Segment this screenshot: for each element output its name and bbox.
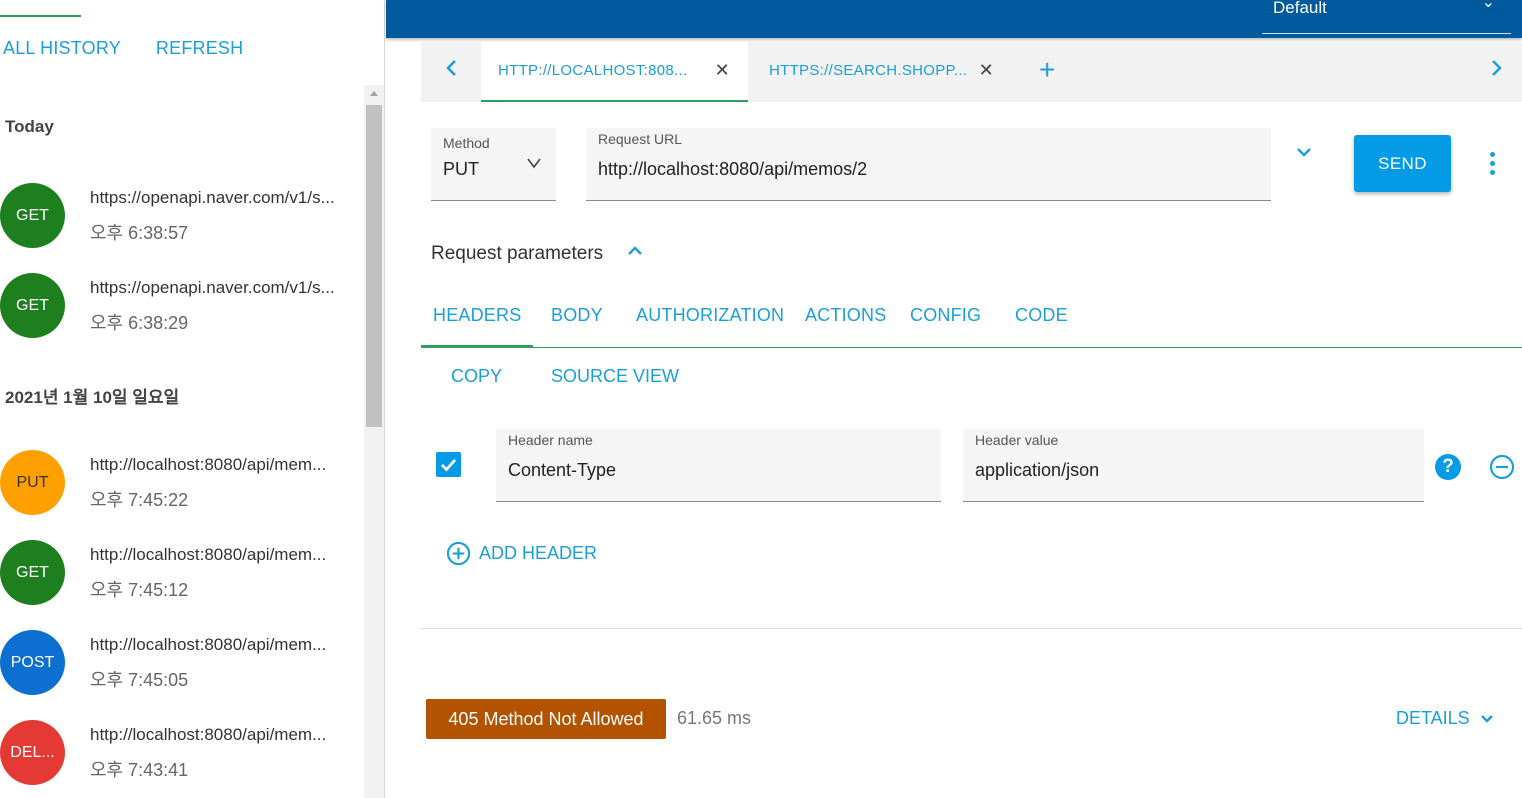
history-item[interactable]: GET https://openapi.naver.com/v1/s... 오후… (0, 183, 360, 263)
url-options-chevron-icon[interactable] (1296, 145, 1312, 164)
history-item-url: https://openapi.naver.com/v1/s... (90, 188, 335, 207)
request-url-field[interactable]: Request URL http://localhost:8080/api/me… (586, 128, 1271, 201)
history-item-time: 오후 7:43:41 (90, 760, 189, 780)
history-group-title: 2021년 1월 10일 일요일 (5, 388, 180, 407)
request-parameters-title: Request parameters (431, 243, 604, 264)
request-tab[interactable]: HTTP://LOCALHOST:808... ✕ (481, 42, 748, 102)
request-editor-tabs: HEADERS BODY AUTHORIZATION ACTIONS CONFI… (420, 290, 1522, 348)
help-icon[interactable]: ? (1435, 454, 1461, 480)
header-value-label: Header value (975, 432, 1059, 448)
add-header-button[interactable]: ADD HEADER (446, 541, 597, 566)
method-select[interactable]: Method PUT (431, 128, 556, 201)
details-label: DETAILS (1396, 708, 1470, 728)
tab-authorization[interactable]: AUTHORIZATION (636, 305, 784, 326)
all-history-button[interactable]: ALL HISTORY (3, 38, 121, 59)
close-icon[interactable]: ✕ (979, 60, 994, 81)
request-tab[interactable]: HTTPS://SEARCH.SHOPP... ✕ (752, 42, 1012, 102)
send-button[interactable]: SEND (1354, 135, 1451, 192)
history-item[interactable]: POST http://localhost:8080/api/mem... 오후… (0, 630, 360, 710)
chevron-down-icon (1480, 714, 1493, 723)
history-item-url: https://openapi.naver.com/v1/s... (90, 278, 335, 297)
history-item-time: 오후 6:38:29 (90, 313, 189, 333)
more-vert-icon[interactable] (1486, 152, 1498, 180)
method-value: PUT (443, 159, 479, 179)
method-badge: GET (0, 273, 65, 338)
close-icon[interactable]: ✕ (715, 60, 730, 81)
history-group-title: Today (5, 117, 54, 136)
method-badge: GET (0, 183, 65, 248)
chevron-down-icon: ⌄ (1481, 0, 1495, 11)
header-name-value: Content-Type (508, 460, 617, 480)
chevron-right-icon[interactable] (1489, 57, 1503, 83)
tab-actions[interactable]: ACTIONS (805, 305, 886, 326)
tab-headers[interactable]: HEADERS (420, 305, 534, 347)
tab-config[interactable]: CONFIG (910, 305, 981, 326)
scroll-up-arrow-icon[interactable] (370, 91, 378, 96)
request-tab-label: HTTP://LOCALHOST:808... (498, 62, 688, 79)
history-item[interactable]: GET https://openapi.naver.com/v1/s... 오후… (0, 273, 360, 353)
response-status-badge: 405 Method Not Allowed (426, 699, 666, 739)
environment-value: Default (1273, 0, 1327, 17)
history-item-time: 오후 7:45:05 (90, 670, 189, 690)
copy-button[interactable]: COPY (451, 366, 502, 387)
request-url-value: http://localhost:8080/api/memos/2 (598, 159, 868, 179)
history-item-url: http://localhost:8080/api/mem... (90, 635, 327, 654)
chevron-up-icon[interactable] (627, 244, 643, 263)
history-tab-indicator (0, 15, 81, 17)
chevron-left-icon[interactable] (445, 57, 459, 83)
history-item-url: http://localhost:8080/api/mem... (90, 725, 327, 744)
environment-select[interactable]: Default ⌄ (1262, 0, 1511, 34)
method-badge: PUT (0, 450, 65, 515)
header-name-field[interactable]: Header name Content-Type (496, 429, 941, 502)
method-label: Method (443, 135, 490, 151)
response-timing: 61.65 ms (677, 708, 752, 728)
request-tab-label: HTTPS://SEARCH.SHOPP... (769, 62, 968, 79)
divider (421, 628, 1522, 629)
add-header-label: ADD HEADER (479, 543, 598, 563)
history-item-url: http://localhost:8080/api/mem... (90, 545, 327, 564)
request-url-label: Request URL (598, 131, 683, 147)
top-bar: Default ⌄ (386, 0, 1522, 38)
history-item[interactable]: PUT http://localhost:8080/api/mem... 오후 … (0, 450, 360, 530)
add-tab-icon[interactable]: + (1039, 56, 1055, 84)
request-tabs: HTTP://LOCALHOST:808... ✕ HTTPS://SEARCH… (421, 42, 1522, 102)
header-value-field[interactable]: Header value application/json (963, 429, 1424, 502)
history-item-time: 오후 7:45:12 (90, 580, 189, 600)
source-view-button[interactable]: SOURCE VIEW (551, 366, 679, 387)
history-item[interactable]: DEL... http://localhost:8080/api/mem... … (0, 720, 360, 798)
history-item-time: 오후 6:38:57 (90, 223, 189, 243)
header-name-label: Header name (508, 432, 593, 448)
tab-code[interactable]: CODE (1015, 305, 1068, 326)
remove-header-icon[interactable] (1489, 454, 1515, 485)
history-panel: ALL HISTORY REFRESH Today GET https://op… (0, 0, 385, 798)
history-item-time: 오후 7:45:22 (90, 490, 189, 510)
history-list: Today GET https://openapi.naver.com/v1/s… (0, 85, 363, 798)
history-actions: ALL HISTORY REFRESH (3, 38, 243, 59)
details-button[interactable]: DETAILS (1396, 708, 1494, 729)
method-badge: POST (0, 630, 65, 695)
add-circle-icon (446, 541, 471, 566)
scrollbar-thumb[interactable] (366, 105, 382, 427)
history-item-url: http://localhost:8080/api/mem... (90, 455, 327, 474)
refresh-button[interactable]: REFRESH (156, 38, 243, 59)
history-scrollbar[interactable] (364, 85, 384, 798)
header-value-value: application/json (975, 460, 1100, 480)
check-icon (441, 459, 457, 472)
tab-body[interactable]: BODY (551, 305, 603, 326)
method-badge: GET (0, 540, 65, 605)
chevron-down-icon (527, 158, 541, 169)
header-enabled-checkbox[interactable] (436, 452, 461, 477)
method-badge: DEL... (0, 720, 65, 785)
history-item[interactable]: GET http://localhost:8080/api/mem... 오후 … (0, 540, 360, 620)
